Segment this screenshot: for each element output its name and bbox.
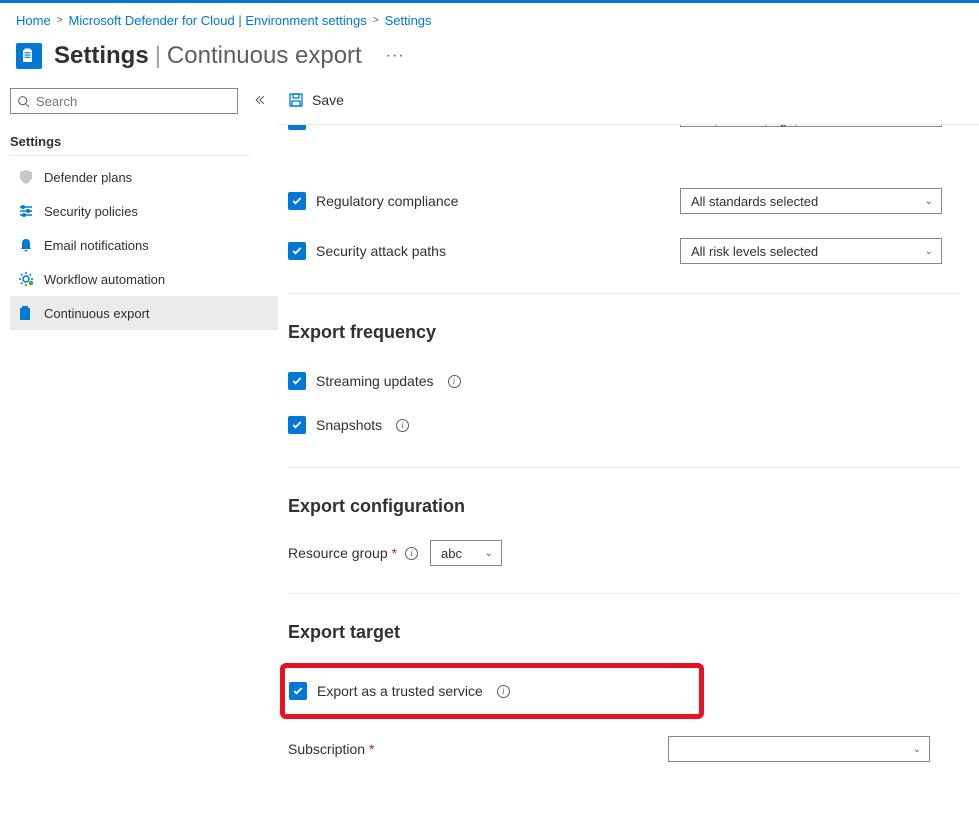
page-header: Settings | Continuous export ··· — [0, 36, 979, 88]
highlight-callout: Export as a trusted service i — [280, 663, 704, 719]
sidebar-item-label: Defender plans — [44, 170, 132, 185]
sidebar-section-title: Settings — [10, 130, 278, 155]
chevron-right-icon: > — [373, 15, 379, 26]
chevron-down-icon: ⌄ — [925, 196, 933, 207]
chevron-right-icon: > — [57, 15, 63, 26]
sidebar-item-security-policies[interactable]: Security policies — [10, 194, 278, 228]
breadcrumb-settings[interactable]: Settings — [385, 13, 432, 28]
chevron-down-icon: ⌄ — [485, 548, 493, 559]
dropdown-value: All standards selected — [691, 194, 818, 209]
save-button-label: Save — [312, 92, 344, 108]
section-divider — [288, 593, 959, 594]
checkbox-label: Export as a trusted service — [317, 683, 483, 699]
field-label-resource-group: Resource group * i — [288, 545, 430, 561]
gear-icon — [18, 271, 34, 287]
more-actions-button[interactable]: ··· — [386, 47, 405, 65]
checkbox-label: Security attack paths — [316, 243, 446, 259]
sidebar-item-label: Workflow automation — [44, 272, 165, 287]
save-button[interactable]: Save — [288, 92, 344, 108]
checkbox-label: Snapshots — [316, 417, 382, 433]
checkbox-regulatory-compliance[interactable] — [288, 192, 306, 210]
save-icon — [288, 92, 304, 108]
checkbox-label: Regulatory compliance — [316, 193, 458, 209]
breadcrumb-defender[interactable]: Microsoft Defender for Cloud | Environme… — [69, 13, 367, 28]
main-content: Save x Low,Medium,High,Informational ⌄ — [278, 88, 979, 807]
dropdown-value: abc — [441, 546, 462, 561]
sidebar: Settings Defender plans Security policie… — [0, 88, 278, 807]
checkbox-streaming-updates[interactable] — [288, 372, 306, 390]
search-input[interactable] — [36, 94, 231, 109]
info-icon[interactable]: i — [448, 375, 461, 388]
breadcrumb-home[interactable]: Home — [16, 13, 51, 28]
shield-icon — [18, 169, 34, 185]
page-title-sub: Continuous export — [167, 42, 362, 70]
search-icon — [17, 95, 30, 108]
checkbox-snapshots[interactable] — [288, 416, 306, 434]
sidebar-item-label: Continuous export — [44, 306, 150, 321]
sidebar-search[interactable] — [10, 88, 238, 114]
info-icon[interactable]: i — [405, 547, 418, 560]
field-label-subscription: Subscription * — [288, 741, 374, 757]
dropdown-value: All risk levels selected — [691, 244, 818, 259]
collapse-sidebar-button[interactable] — [250, 90, 270, 113]
sidebar-item-label: Email notifications — [44, 238, 149, 253]
policy-icon — [18, 203, 34, 219]
info-icon[interactable]: i — [497, 685, 510, 698]
section-title-config: Export configuration — [288, 492, 979, 533]
standards-dropdown[interactable]: All standards selected ⌄ — [680, 188, 942, 214]
info-icon[interactable]: i — [396, 419, 409, 432]
page-title-main: Settings — [54, 42, 149, 70]
checkbox-label: Streaming updates — [316, 373, 434, 389]
section-divider — [288, 467, 959, 468]
chevron-down-icon: ⌄ — [913, 744, 921, 755]
divider — [10, 155, 250, 156]
section-divider — [288, 293, 959, 294]
checkbox-partial[interactable] — [288, 124, 306, 130]
bell-icon — [18, 237, 34, 253]
toolbar: Save — [278, 88, 979, 124]
chevron-double-left-icon — [254, 94, 266, 106]
breadcrumb: Home > Microsoft Defender for Cloud | En… — [0, 3, 979, 36]
sidebar-item-workflow-automation[interactable]: Workflow automation — [10, 262, 278, 296]
subscription-dropdown[interactable]: ⌄ — [668, 736, 930, 762]
sidebar-item-email-notifications[interactable]: Email notifications — [10, 228, 278, 262]
required-indicator: * — [392, 545, 397, 561]
page-title: Settings | Continuous export — [54, 42, 362, 70]
export-icon — [18, 305, 34, 321]
page-title-separator: | — [155, 42, 161, 70]
checkbox-trusted-service[interactable] — [289, 682, 307, 700]
checkbox-attack-paths[interactable] — [288, 242, 306, 260]
risk-levels-dropdown[interactable]: All risk levels selected ⌄ — [680, 238, 942, 264]
sidebar-item-continuous-export[interactable]: Continuous export — [10, 296, 278, 330]
chevron-down-icon: ⌄ — [925, 246, 933, 257]
settings-blade-icon — [16, 43, 42, 69]
sidebar-item-label: Security policies — [44, 204, 138, 219]
section-title-target: Export target — [288, 618, 979, 659]
section-title-frequency: Export frequency — [288, 318, 979, 359]
resource-group-dropdown[interactable]: abc ⌄ — [430, 540, 502, 566]
sidebar-item-defender-plans[interactable]: Defender plans — [10, 160, 278, 194]
severity-dropdown[interactable]: Low,Medium,High,Informational ⌄ — [680, 124, 942, 127]
required-indicator: * — [369, 741, 374, 757]
